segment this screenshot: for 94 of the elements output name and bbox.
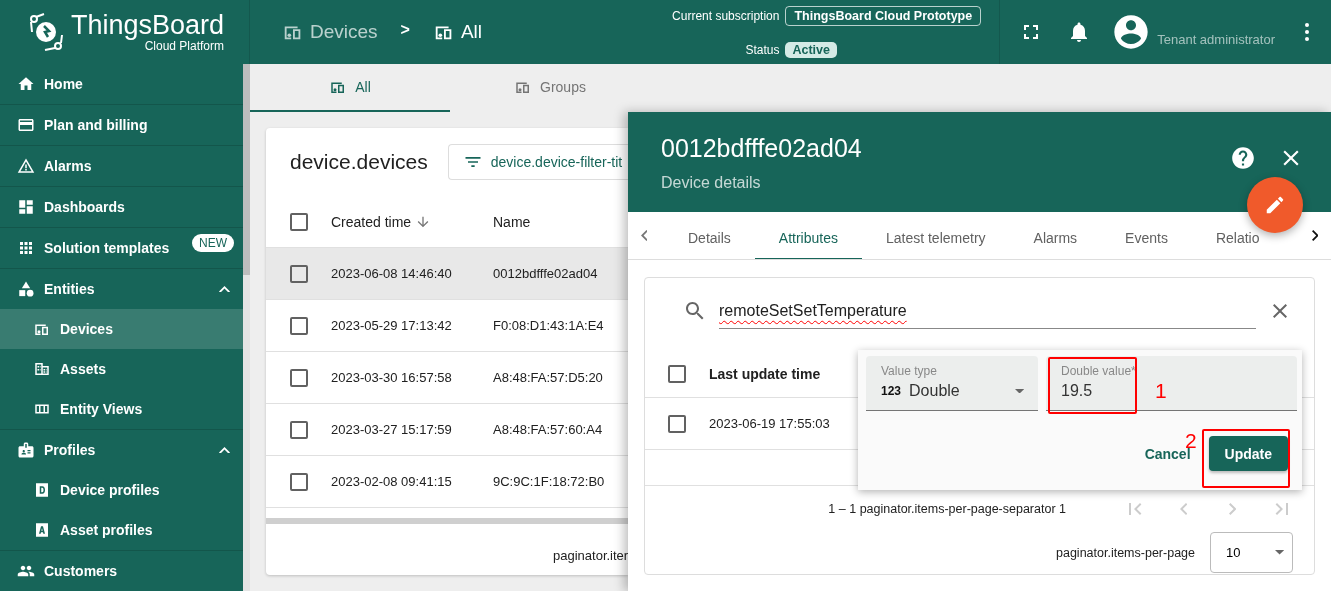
checkbox[interactable] bbox=[290, 420, 308, 439]
table-cell-text: 2023-03-30 16:57:58 bbox=[331, 370, 453, 385]
sidebar-item[interactable]: Home bbox=[0, 64, 244, 104]
caret-icon bbox=[1014, 388, 1024, 394]
table-cell-text: 2023-02-08 09:41:15 bbox=[331, 474, 453, 489]
subscription-chip: ThingsBoard Cloud Prototype bbox=[785, 6, 982, 27]
scrollbar[interactable] bbox=[243, 64, 250, 591]
table-row[interactable]: 2023-03-30 16:57:58 A8:48:FA:57:D5:20 bbox=[266, 352, 628, 404]
tab[interactable]: All bbox=[250, 64, 450, 112]
checkbox[interactable] bbox=[290, 472, 308, 491]
table-row[interactable]: 2023-02-08 09:41:15 9C:9C:1F:18:72:B0 bbox=[266, 456, 628, 508]
table-cell-text: F0:08:D1:43:1A:E4 bbox=[493, 318, 605, 333]
sidebar-icon bbox=[17, 441, 35, 459]
value-type-select[interactable]: Value type 123 Double bbox=[866, 356, 1038, 411]
next-page-icon bbox=[1228, 503, 1237, 515]
sidebar-icon bbox=[17, 239, 35, 257]
breadcrumb-separator: > bbox=[400, 21, 410, 39]
sidebar-icon bbox=[17, 198, 35, 216]
update-button[interactable]: Update bbox=[1208, 436, 1288, 471]
column-header[interactable]: Created time bbox=[331, 213, 493, 230]
tab[interactable]: Alarms bbox=[1009, 229, 1102, 259]
sidebar-item[interactable]: Profiles bbox=[0, 430, 244, 470]
search-field[interactable]: remoteSetSetTemperature bbox=[719, 293, 1256, 329]
sidebar-icon bbox=[17, 75, 35, 93]
table-cell-text: 2023-06-08 14:46:40 bbox=[331, 266, 453, 281]
sidebar-item[interactable]: Assets bbox=[0, 349, 244, 389]
chevron-icon bbox=[219, 285, 230, 293]
edit-button[interactable] bbox=[1247, 177, 1303, 233]
more-icon bbox=[1305, 23, 1309, 41]
sidebar-item[interactable]: Solution templates NEW bbox=[0, 228, 244, 268]
prev-page-icon bbox=[1179, 503, 1188, 515]
filter-button[interactable]: device.device-filter-tit bbox=[447, 144, 628, 180]
help-icon bbox=[1230, 145, 1256, 171]
table-cell-text: A8:48:FA:57:D5:20 bbox=[493, 370, 604, 385]
table-cell: 2023-06-19 17:55:03 bbox=[709, 416, 830, 431]
sidebar-item[interactable]: Device profiles bbox=[0, 470, 244, 510]
checkbox[interactable] bbox=[290, 264, 308, 283]
list-title: device.devices bbox=[290, 150, 428, 174]
sidebar-item[interactable]: Dashboards bbox=[0, 187, 244, 227]
sidebar-icon bbox=[33, 360, 51, 378]
sidebar-icon bbox=[33, 481, 51, 499]
table-cell-text: 2023-03-27 15:17:59 bbox=[331, 422, 453, 437]
caret-icon bbox=[1274, 550, 1284, 555]
tab[interactable]: Groups bbox=[450, 64, 650, 112]
column-header[interactable]: Name bbox=[493, 213, 628, 230]
checkbox[interactable] bbox=[290, 316, 308, 335]
sidebar-icon bbox=[17, 157, 35, 175]
device-subtitle: Device details bbox=[661, 174, 762, 192]
paginator-text: paginator.iter bbox=[553, 548, 628, 563]
pencil-icon bbox=[1264, 194, 1286, 216]
breadcrumb[interactable]: Devices bbox=[282, 21, 378, 43]
tab[interactable]: Relatio bbox=[1191, 229, 1260, 259]
table-row[interactable]: 2023-06-08 14:46:40 0012bdfffe02ad04 bbox=[266, 248, 628, 300]
scrollbar[interactable] bbox=[266, 518, 628, 524]
checkbox[interactable] bbox=[290, 212, 308, 231]
tab[interactable]: Latest telemetry bbox=[861, 229, 1010, 259]
status-chip: Active bbox=[785, 41, 837, 58]
tab[interactable]: Events bbox=[1101, 229, 1192, 259]
sidebar-icon bbox=[17, 280, 35, 298]
new-badge: NEW bbox=[192, 234, 234, 252]
sidebar-icon bbox=[17, 116, 35, 134]
checkbox[interactable] bbox=[668, 364, 686, 383]
page-size-select[interactable]: 10 bbox=[1210, 532, 1293, 573]
annotation-number: 1 bbox=[1155, 379, 1167, 403]
table-row[interactable]: 2023-03-27 15:17:59 A8:48:FA:57:60:A4 bbox=[266, 404, 628, 456]
checkbox[interactable] bbox=[290, 368, 308, 387]
column-header[interactable]: Last update time bbox=[709, 365, 821, 382]
sidebar-item[interactable]: Customers bbox=[0, 551, 244, 591]
user-role: Tenant administrator bbox=[1157, 31, 1275, 47]
checkbox[interactable] bbox=[668, 414, 686, 433]
chevron-right-icon bbox=[1311, 230, 1319, 241]
sidebar-item[interactable]: Alarms bbox=[0, 146, 244, 186]
tab[interactable]: Attributes bbox=[754, 229, 862, 259]
chevron-icon bbox=[219, 446, 230, 454]
breadcrumb[interactable]: All bbox=[432, 21, 483, 43]
sidebar-item[interactable]: Asset profiles bbox=[0, 510, 244, 550]
chevron-left-icon bbox=[640, 230, 648, 241]
logo-subtitle: Cloud Platform bbox=[144, 40, 225, 52]
sidebar-item[interactable]: Plan and billing bbox=[0, 105, 244, 145]
tab[interactable]: Details bbox=[660, 229, 755, 259]
table-cell-text: 9C:9C:1F:18:72:B0 bbox=[493, 474, 606, 489]
status-label: Status bbox=[745, 42, 780, 57]
device-title: 0012bdfffe02ad04 bbox=[661, 134, 863, 163]
table-cell-text: 0012bdfffe02ad04 bbox=[493, 266, 599, 281]
page-size-label: paginator.items-per-page bbox=[1056, 545, 1195, 560]
sidebar-item[interactable]: Entity Views bbox=[0, 389, 244, 429]
sidebar-item[interactable]: Devices bbox=[0, 309, 244, 349]
sidebar-icon bbox=[33, 521, 51, 539]
table-cell-text: 2023-05-29 17:13:42 bbox=[331, 318, 453, 333]
table-cell-text: A8:48:FA:57:60:A4 bbox=[493, 422, 604, 437]
table-row[interactable]: 2023-05-29 17:13:42 F0:08:D1:43:1A:E4 bbox=[266, 300, 628, 352]
range-label: 1 – 1 paginator.items-per-page-separator 1 bbox=[828, 502, 1066, 516]
sidebar-item[interactable]: Entities bbox=[0, 269, 244, 309]
subscription-label: Current subscription bbox=[672, 9, 780, 24]
